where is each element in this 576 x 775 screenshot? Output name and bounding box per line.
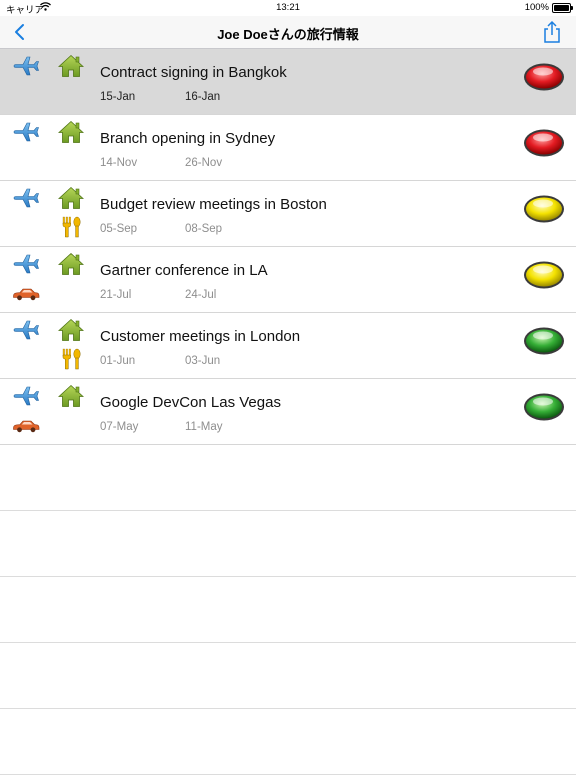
flight-icon: [13, 122, 39, 142]
dining-icon: [62, 216, 81, 238]
hotel-icon: [58, 252, 84, 275]
empty-row: [0, 511, 576, 577]
status-bar: キャリア 13:21 100%: [0, 0, 576, 16]
trip-start-date: 05-Sep: [100, 223, 138, 235]
car-rental-icon: [13, 420, 40, 433]
dining-icon: [62, 348, 81, 370]
empty-row: [0, 643, 576, 709]
trip-name: Customer meetings in London: [100, 328, 301, 345]
trip-row[interactable]: Google DevCon Las Vegas 07-May 11-May: [0, 379, 576, 445]
trip-start-date: 14-Nov: [100, 157, 138, 169]
trip-end-date: 11-May: [185, 421, 223, 433]
trip-row[interactable]: Gartner conference in LA 21-Jul 24-Jul: [0, 247, 576, 313]
flight-icon: [13, 386, 39, 406]
empty-row: [0, 709, 576, 775]
hotel-icon: [58, 384, 84, 407]
trip-name: Google DevCon Las Vegas: [100, 394, 281, 411]
trip-start-date: 07-May: [100, 421, 139, 433]
flight-icon: [13, 188, 39, 208]
share-icon[interactable]: [542, 20, 562, 44]
hotel-icon: [58, 186, 84, 209]
trip-start-date: 15-Jan: [100, 91, 136, 103]
trip-row[interactable]: Branch opening in Sydney 14-Nov 26-Nov: [0, 115, 576, 181]
battery-icon: [552, 3, 573, 13]
flight-icon: [13, 56, 39, 76]
trip-end-date: 24-Jul: [185, 289, 217, 301]
flight-icon: [13, 320, 39, 340]
trip-name: Budget review meetings in Boston: [100, 196, 327, 213]
trip-start-date: 01-Jun: [100, 355, 136, 367]
battery-percent: 100%: [524, 2, 549, 13]
trip-end-date: 26-Nov: [185, 157, 223, 169]
trip-name: Gartner conference in LA: [100, 262, 268, 279]
green-status-light-icon: [524, 327, 564, 355]
empty-row: [0, 445, 576, 511]
red-status-light-icon: [524, 129, 564, 157]
trip-row[interactable]: Contract signing in Bangkok 15-Jan 16-Jan: [0, 49, 576, 115]
trip-row[interactable]: Budget review meetings in Boston 05-Sep 08…: [0, 181, 576, 247]
hotel-icon: [58, 54, 84, 77]
yellow-status-light-icon: [524, 195, 564, 223]
navigation-bar: Joe Doeさんの旅行情報: [0, 16, 576, 49]
trip-start-date: 21-Jul: [100, 289, 132, 301]
trip-row[interactable]: Customer meetings in London 01-Jun 03-Jun: [0, 313, 576, 379]
trip-end-date: 03-Jun: [185, 355, 221, 367]
hotel-icon: [58, 120, 84, 143]
trip-end-date: 08-Sep: [185, 223, 223, 235]
trip-list: Contract signing in Bangkok 15-Jan 16-Jan B…: [0, 49, 576, 775]
status-time: 13:21: [276, 2, 300, 13]
page-title: Joe Doeさんの旅行情報: [217, 27, 359, 42]
trip-name: Branch opening in Sydney: [100, 130, 276, 147]
red-status-light-icon: [524, 63, 564, 91]
car-rental-icon: [13, 288, 40, 301]
hotel-icon: [58, 318, 84, 341]
yellow-status-light-icon: [524, 261, 564, 289]
empty-row: [0, 577, 576, 643]
trip-end-date: 16-Jan: [185, 91, 221, 103]
green-status-light-icon: [524, 393, 564, 421]
trip-name: Contract signing in Bangkok: [100, 64, 287, 81]
flight-icon: [13, 254, 39, 274]
